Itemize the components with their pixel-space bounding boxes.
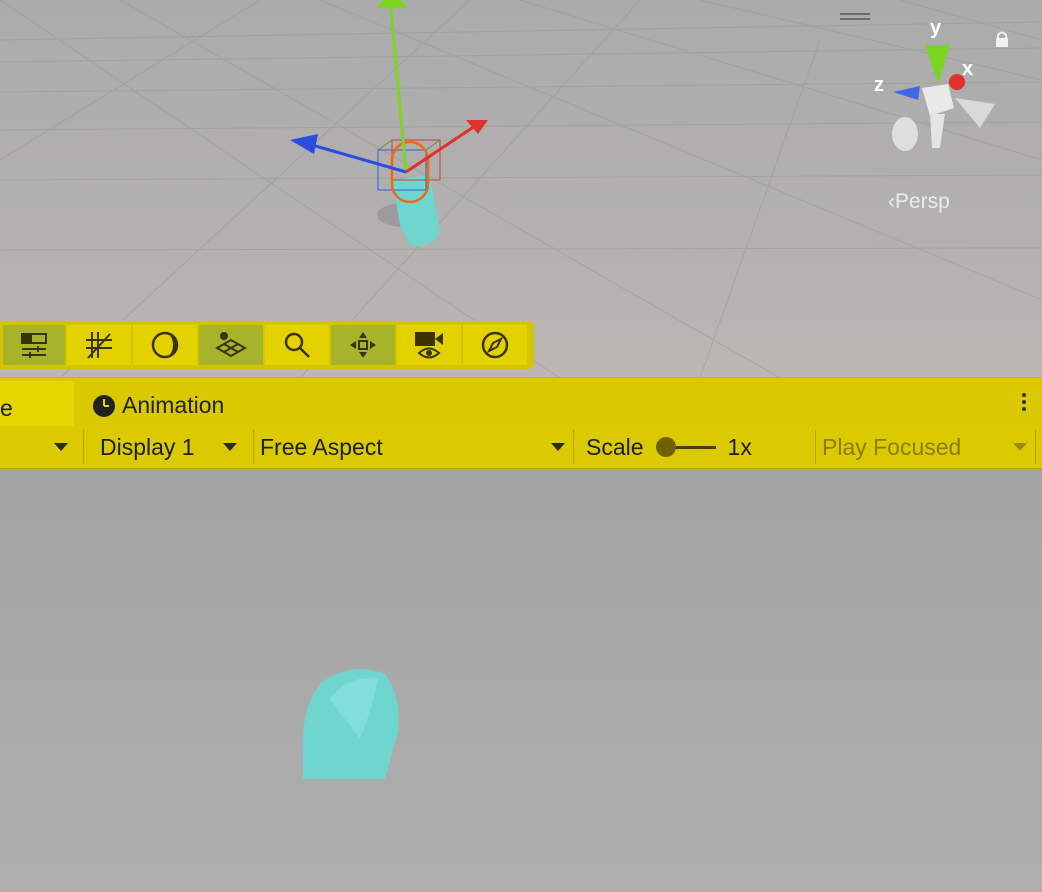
lighting-toggle-icon	[151, 331, 179, 359]
gizmo-x-label: x	[962, 58, 973, 80]
move-tool-button[interactable]	[331, 325, 395, 365]
y-axis-cone[interactable]	[376, 0, 408, 8]
gizmo-center-cube[interactable]	[922, 84, 954, 116]
scale-control: Scale 1x	[586, 426, 752, 468]
orientation-gizmo[interactable]	[892, 45, 995, 151]
gizmo-z-label: z	[874, 74, 884, 96]
display-label: Display 1	[100, 433, 195, 460]
game-view[interactable]	[0, 469, 1042, 892]
x-axis-cone[interactable]	[466, 120, 488, 134]
chevron-down-icon	[222, 443, 237, 451]
game-canvas[interactable]	[0, 469, 1042, 892]
z-axis-cone[interactable]	[290, 134, 318, 154]
scale-slider[interactable]	[655, 436, 716, 457]
tab-animation-label: Animation	[122, 392, 225, 418]
capsule-object[interactable]	[392, 175, 440, 247]
chevron-down-icon	[54, 443, 68, 451]
play-mode-dropdown[interactable]: Play Focused	[822, 426, 1027, 468]
game-view-dropdown[interactable]	[54, 426, 68, 468]
game-toolbar: Display 1 Free Aspect Scale 1x Play Focu…	[0, 426, 1042, 469]
clock-icon	[93, 394, 115, 417]
perspective-label: Persp	[895, 190, 950, 213]
gizmo-y-cone[interactable]	[925, 45, 950, 84]
move-tool-icon	[350, 332, 376, 358]
z-axis-handle[interactable]	[304, 141, 407, 174]
overlay-toolbar	[0, 321, 534, 369]
chevron-down-icon	[551, 443, 565, 451]
compass-button[interactable]	[463, 325, 527, 365]
scale-value: 1x	[727, 433, 752, 460]
chevron-left-icon: ‹	[888, 190, 895, 213]
camera-view-icon	[415, 332, 443, 359]
tool-settings-icon	[21, 333, 47, 358]
grid-snapping-button[interactable]	[67, 325, 131, 365]
gizmo-y-label: y	[930, 17, 942, 39]
display-dropdown[interactable]: Display 1	[100, 426, 237, 468]
tab-strip: e Animation	[0, 377, 1042, 426]
scale-slider-knob[interactable]	[655, 436, 676, 457]
aspect-dropdown[interactable]: Free Aspect	[260, 426, 565, 468]
tab-game-label: e	[0, 395, 13, 421]
lock-icon[interactable]	[994, 30, 1010, 48]
scene-visibility-icon	[215, 332, 247, 358]
scale-label: Scale	[586, 433, 644, 460]
hamburger-icon[interactable]	[840, 13, 870, 23]
camera-view-button[interactable]	[397, 325, 461, 365]
grid-snapping-icon	[86, 332, 112, 359]
scene-visibility-button[interactable]	[199, 325, 263, 365]
more-options-icon[interactable]	[1022, 393, 1028, 414]
lighting-toggle-button[interactable]	[133, 325, 197, 365]
chevron-down-icon	[1013, 443, 1027, 451]
perspective-toggle[interactable]: ‹Persp	[888, 190, 950, 214]
compass-icon	[481, 331, 509, 359]
tab-game[interactable]: e	[0, 381, 74, 426]
search-icon	[284, 332, 310, 358]
gizmo-z-cone[interactable]	[893, 86, 920, 100]
scene-view[interactable]: y x z ‹Persp	[0, 0, 1042, 378]
play-mode-label: Play Focused	[822, 433, 962, 460]
aspect-label: Free Aspect	[260, 433, 383, 460]
tab-animation[interactable]: Animation	[92, 392, 224, 419]
search-button[interactable]	[265, 325, 329, 365]
tool-settings-button[interactable]	[3, 325, 65, 365]
